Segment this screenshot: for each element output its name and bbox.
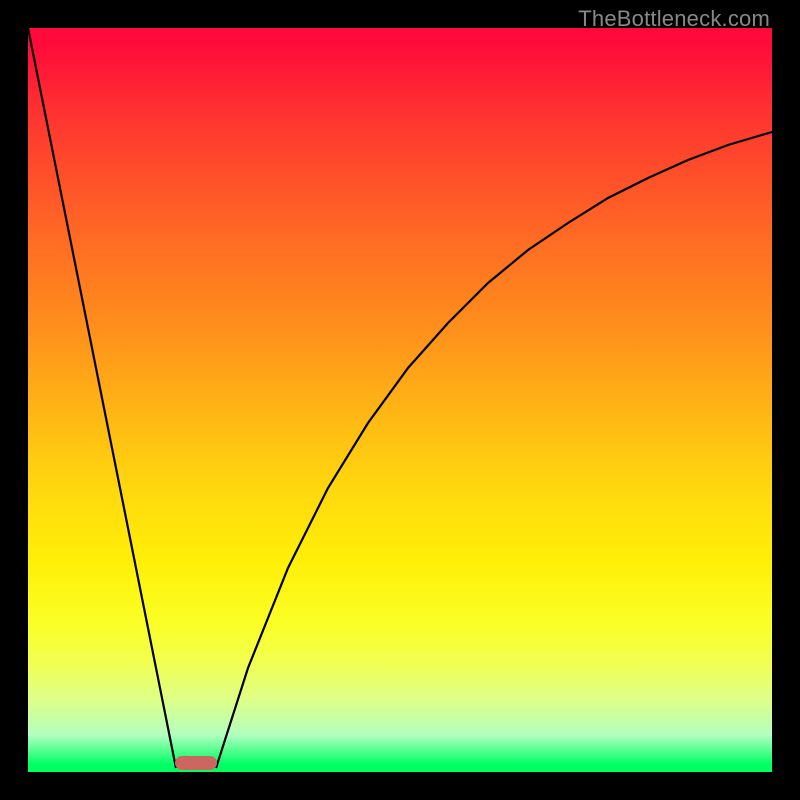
- curve-layer: [28, 28, 772, 772]
- bottleneck-marker: [175, 756, 217, 770]
- chart-plot-area: [28, 28, 772, 772]
- curve-left-limb: [28, 28, 176, 768]
- curve-right-limb: [216, 132, 772, 768]
